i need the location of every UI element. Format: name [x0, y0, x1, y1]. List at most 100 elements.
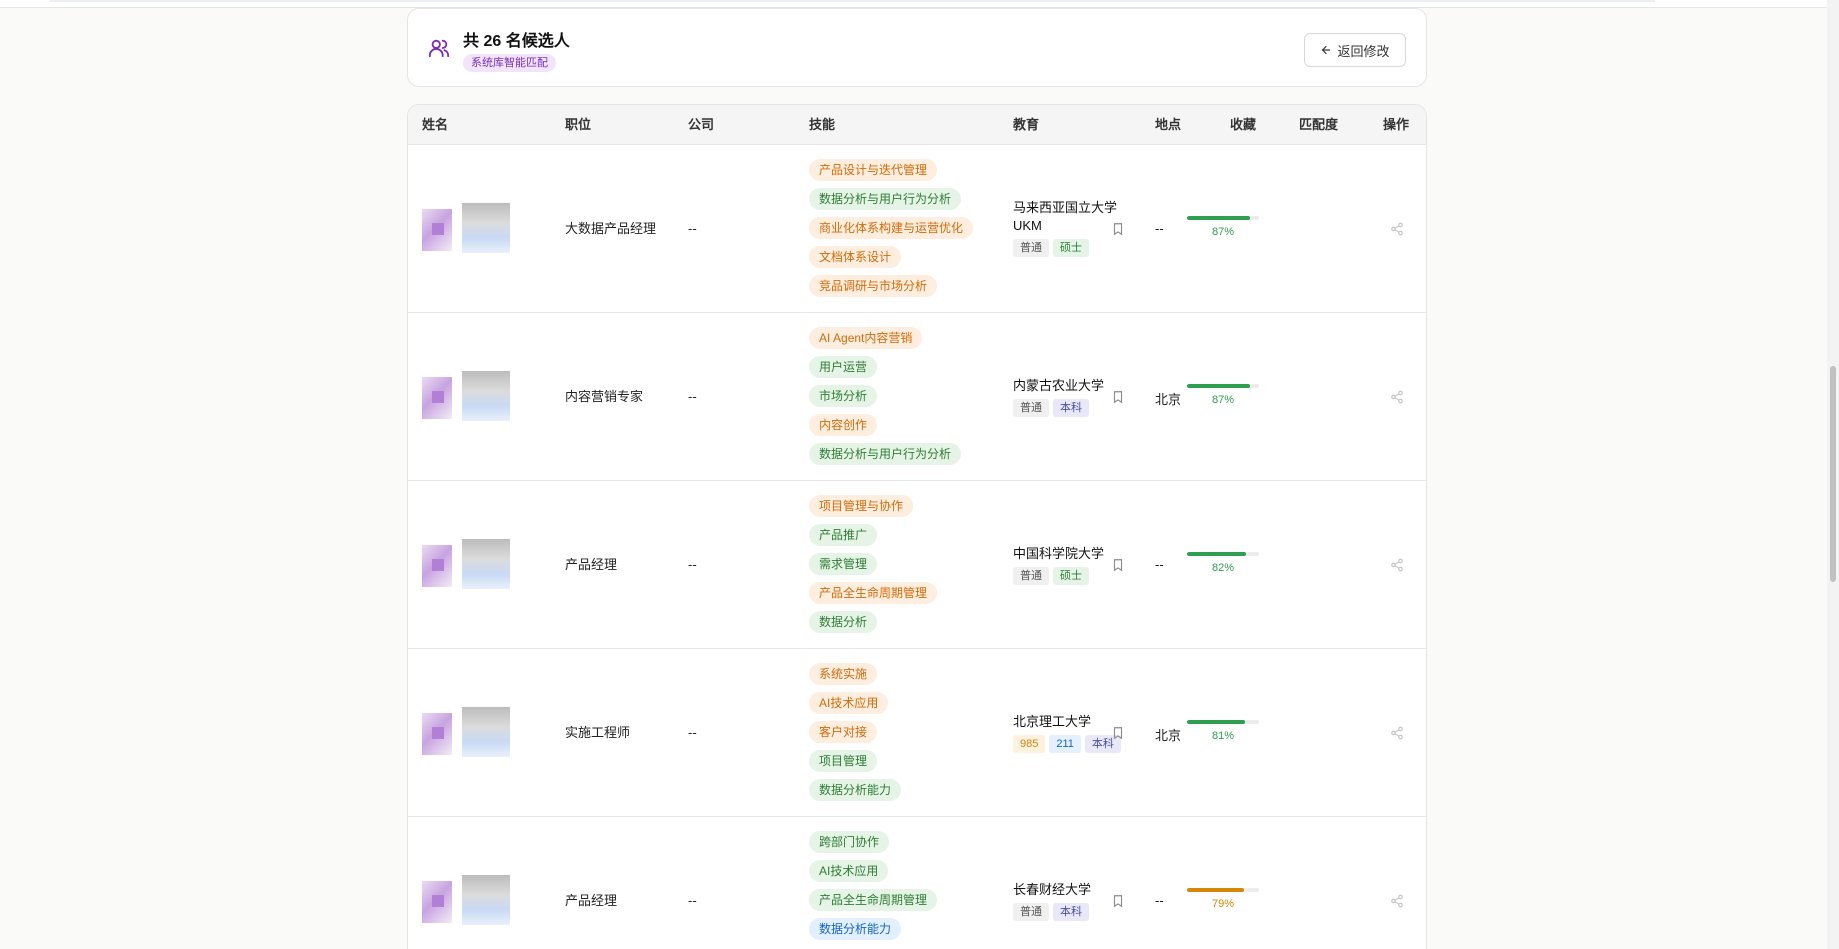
- skill-tag: 产品全生命周期管理: [809, 889, 938, 911]
- table-header: 姓名 职位 公司 技能 教育 地点 收藏 匹配度 操作: [408, 105, 1426, 145]
- skill-tag: 文档体系设计: [809, 246, 902, 268]
- skill-tag: 数据分析能力: [809, 918, 902, 940]
- position-cell: 产品经理: [565, 893, 618, 908]
- skill-tag: 需求管理: [809, 553, 878, 575]
- skill-tag: 跨部门协作: [809, 831, 890, 853]
- column-header-education: 教育: [1013, 117, 1040, 132]
- match-percent: 82%: [1211, 562, 1235, 574]
- skill-tag: AI技术应用: [809, 860, 889, 882]
- table-row[interactable]: 产品经理 -- 项目管理与协作 产品推广需求管理产品全生命周期管理 数据分析 中国科学院大…: [408, 481, 1426, 649]
- skill-tag: 数据分析与用户行为分析: [809, 443, 962, 465]
- users-icon: [428, 39, 450, 58]
- avatar: [422, 371, 512, 423]
- education-cell: 北京理工大学 985 211 本科: [1013, 713, 1121, 753]
- skill-tag: 内容创作: [809, 414, 878, 436]
- position-cell: 内容营销专家: [565, 389, 644, 404]
- education-badge: 211: [1049, 735, 1081, 753]
- match-score: 87%: [1187, 384, 1259, 406]
- column-header-name: 姓名: [422, 117, 449, 132]
- skills-list: 系统实施 AI技术应用 客户对接项目管理数据分析能力: [809, 663, 902, 801]
- match-progress-bar: [1187, 216, 1259, 220]
- avatar: [422, 539, 512, 591]
- position-cell: 产品经理: [565, 557, 618, 572]
- column-header-favorite: 收藏: [1230, 117, 1257, 132]
- education-badge: 硕士: [1053, 567, 1089, 585]
- company-cell: --: [688, 725, 697, 740]
- match-score: 87%: [1187, 216, 1259, 238]
- back-button-label: 返回修改: [1337, 43, 1390, 59]
- location-cell: 北京: [1155, 728, 1182, 743]
- share-icon[interactable]: [1390, 726, 1404, 740]
- skill-tag: 产品全生命周期管理: [809, 582, 938, 604]
- skills-list: 产品设计与迭代管理 数据分析与用户行为分析 商业化体系构建与运营优化 文档体系设计 竞品…: [809, 159, 974, 297]
- skill-tag: 数据分析能力: [809, 779, 902, 801]
- share-icon[interactable]: [1390, 222, 1404, 236]
- skill-tag: 客户对接: [809, 721, 878, 743]
- skill-tag: 竞品调研与市场分析: [809, 275, 938, 297]
- skills-list: 项目管理与协作 产品推广需求管理产品全生命周期管理 数据分析: [809, 495, 938, 633]
- education-badge: 本科: [1053, 399, 1089, 417]
- skill-tag: AI Agent内容营销: [809, 327, 923, 349]
- education-badge: 普通: [1013, 399, 1049, 417]
- education-cell: 中国科学院大学 普通 硕士: [1013, 545, 1104, 585]
- education-cell: 长春财经大学 普通 本科: [1013, 881, 1091, 921]
- match-percent: 87%: [1211, 394, 1235, 406]
- company-cell: --: [688, 389, 697, 404]
- column-header-skills: 技能: [809, 117, 836, 132]
- table-row[interactable]: 产品经理 -- 跨部门协作 AI技术应用产品全生命周期管理 数据分析能力 长春财经大学 普通…: [408, 817, 1426, 949]
- school-name: 长春财经大学: [1013, 882, 1092, 897]
- bookmark-icon[interactable]: [1111, 389, 1125, 405]
- location-cell: --: [1155, 557, 1164, 572]
- education-cell: 内蒙古农业大学 普通 本科: [1013, 377, 1104, 417]
- match-progress-bar: [1187, 552, 1259, 556]
- match-score: 82%: [1187, 552, 1259, 574]
- share-icon[interactable]: [1390, 894, 1404, 908]
- match-progress-bar: [1187, 720, 1259, 724]
- company-cell: --: [688, 557, 697, 572]
- table-row[interactable]: 大数据产品经理 -- 产品设计与迭代管理 数据分析与用户行为分析 商业化体系构建与运营优…: [408, 145, 1426, 313]
- scrollbar-thumb[interactable]: [1830, 366, 1836, 582]
- avatar: [422, 875, 512, 927]
- skill-tag: 用户运营: [809, 356, 878, 378]
- education-badge: 普通: [1013, 903, 1049, 921]
- skill-tag: 产品推广: [809, 524, 878, 546]
- skills-list: 跨部门协作 AI技术应用产品全生命周期管理 数据分析能力: [809, 831, 938, 940]
- company-cell: --: [688, 893, 697, 908]
- table-row[interactable]: 内容营销专家 -- AI Agent内容营销 用户运营市场分析内容创作数据分析与用户行…: [408, 313, 1426, 481]
- skill-tag: 项目管理: [809, 750, 878, 772]
- candidate-table: 姓名 职位 公司 技能 教育 地点 收藏 匹配度 操作 大数据产品经理 -- 产品设…: [407, 104, 1427, 949]
- skill-tag: 产品设计与迭代管理: [809, 159, 938, 181]
- column-header-actions: 操作: [1383, 117, 1410, 132]
- bookmark-icon[interactable]: [1111, 557, 1125, 573]
- location-cell: --: [1155, 893, 1164, 908]
- candidate-summary-card: 共 26 名候选人 系统库智能匹配 返回修改: [407, 8, 1427, 87]
- skill-tag: AI技术应用: [809, 692, 889, 714]
- position-cell: 实施工程师: [565, 725, 631, 740]
- share-icon[interactable]: [1390, 558, 1404, 572]
- bookmark-icon[interactable]: [1111, 893, 1125, 909]
- column-header-position: 职位: [565, 117, 592, 132]
- column-header-match: 匹配度: [1299, 117, 1339, 132]
- skill-tag: 系统实施: [809, 663, 878, 685]
- skill-tag: 商业化体系构建与运营优化: [809, 217, 974, 239]
- bookmark-icon[interactable]: [1111, 725, 1125, 741]
- match-percent: 87%: [1211, 226, 1235, 238]
- education-badge: 985: [1013, 735, 1046, 753]
- bookmark-icon[interactable]: [1111, 221, 1125, 237]
- top-bar: [0, 0, 1839, 8]
- column-header-company: 公司: [688, 117, 715, 132]
- table-row[interactable]: 实施工程师 -- 系统实施 AI技术应用 客户对接项目管理数据分析能力 北京理工大学 985…: [408, 649, 1426, 817]
- education-badge: 普通: [1013, 239, 1049, 257]
- page-scrollbar[interactable]: [1827, 0, 1839, 949]
- skill-tag: 市场分析: [809, 385, 878, 407]
- column-header-location: 地点: [1155, 117, 1182, 132]
- match-progress-bar: [1187, 888, 1259, 892]
- source-badge: 系统库智能匹配: [463, 54, 556, 72]
- back-to-edit-button[interactable]: 返回修改: [1304, 33, 1406, 67]
- education-badge: 硕士: [1053, 239, 1089, 257]
- skill-tag: 数据分析: [809, 611, 878, 633]
- share-icon[interactable]: [1390, 390, 1404, 404]
- skill-tag: 项目管理与协作: [809, 495, 914, 517]
- location-cell: 北京: [1155, 392, 1182, 407]
- school-name: 北京理工大学: [1013, 714, 1092, 729]
